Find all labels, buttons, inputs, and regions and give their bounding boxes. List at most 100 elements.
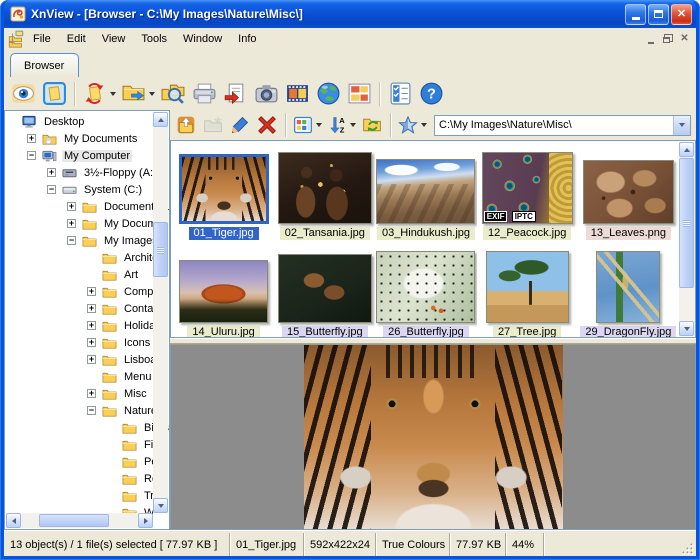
tree-item-compute[interactable]: +Compute (5, 283, 169, 300)
menu-info[interactable]: Info (230, 31, 264, 48)
tab-browser[interactable]: Browser (10, 53, 79, 77)
scrollbar-thumb[interactable] (679, 158, 694, 288)
tree-item-3-floppy-a[interactable]: +3½-Floppy (A:) (5, 164, 169, 181)
favorites-button[interactable] (396, 112, 429, 138)
expand-icon[interactable]: + (27, 134, 36, 143)
folder-icon (102, 251, 117, 265)
tree-vertical-scrollbar[interactable] (153, 112, 168, 513)
tree-item-desktop[interactable]: Desktop (5, 113, 169, 130)
thumbnail-29-dragonfly-jpg[interactable]: 29_DragonFly.jpg (578, 242, 679, 338)
thumbnail-13-leaves-png[interactable]: 13_Leaves.png (578, 143, 679, 242)
thumbnail-vertical-scrollbar[interactable] (679, 142, 695, 336)
expand-icon[interactable]: + (87, 355, 96, 364)
tree-item-my-documents[interactable]: +My Documents (5, 130, 169, 147)
scrollbar-thumb[interactable] (39, 514, 109, 527)
web-button[interactable] (313, 79, 343, 109)
tree-item-my-documen[interactable]: +My Documen (5, 215, 169, 232)
tree-item-tree[interactable]: Tree (5, 487, 169, 504)
view-button[interactable] (8, 79, 38, 109)
expand-icon[interactable]: + (87, 321, 96, 330)
thumbnail-27-tree-jpg[interactable]: 27_Tree.jpg (477, 242, 578, 338)
maximize-button[interactable] (648, 4, 669, 25)
tree-item-birds[interactable]: Birds (5, 419, 169, 436)
thumbnail-26-butterfly-jpg[interactable]: 26_Butterfly.jpg (375, 242, 476, 338)
tree-item-icons[interactable]: +Icons (5, 334, 169, 351)
help-button[interactable]: ? (416, 79, 446, 109)
menu-file[interactable]: File (25, 31, 59, 48)
refresh-button[interactable] (359, 112, 385, 138)
delete-button[interactable] (254, 112, 280, 138)
tree-item-menu[interactable]: Menu (5, 368, 169, 385)
menu-view[interactable]: View (94, 31, 134, 48)
collapse-icon[interactable]: − (27, 151, 36, 160)
tree-item-my-computer[interactable]: −My Computer (5, 147, 169, 164)
tree-item-holidays[interactable]: +Holidays (5, 317, 169, 334)
scroll-up-button[interactable] (153, 112, 168, 127)
expand-icon[interactable]: + (87, 304, 96, 313)
tree-item-my-images[interactable]: −My Images (5, 232, 169, 249)
tree-item-documents-a[interactable]: +Documents a (5, 198, 169, 215)
rotate-button[interactable] (80, 79, 118, 109)
mdi-restore-button[interactable] (659, 32, 676, 47)
mdi-minimize-button[interactable] (642, 32, 659, 47)
tree-item-nature[interactable]: −Nature (5, 402, 169, 419)
address-dropdown-button[interactable] (673, 116, 690, 135)
parent-folder-button[interactable] (173, 112, 199, 138)
expand-icon[interactable]: + (87, 389, 96, 398)
move-copy-button[interactable] (119, 79, 157, 109)
collapse-icon[interactable]: − (67, 236, 76, 245)
print-button[interactable] (189, 79, 219, 109)
fullscreen-button[interactable] (39, 79, 69, 109)
thumbnail-02-tansania-jpg[interactable]: 02_Tansania.jpg (274, 143, 375, 242)
capture-button[interactable] (251, 79, 281, 109)
thumbnail-12-peacock-jpg[interactable]: EXIFIPTC12_Peacock.jpg (477, 143, 578, 242)
thumbnail-15-butterfly-jpg[interactable]: 15_Butterfly.jpg (274, 242, 375, 338)
tree-item-contact[interactable]: +Contact (5, 300, 169, 317)
thumbnail-01-tiger-jpg[interactable]: 01_Tiger.jpg (173, 143, 274, 242)
resize-grip-icon[interactable] (682, 542, 695, 555)
tree-item-fish[interactable]: Fish (5, 436, 169, 453)
thumbnail-14-uluru-jpg[interactable]: 14_Uluru.jpg (173, 242, 274, 338)
tree-item-architect[interactable]: Architect (5, 249, 169, 266)
scrollbar-track[interactable] (21, 513, 138, 528)
options-button[interactable] (385, 79, 415, 109)
minimize-button[interactable] (625, 4, 646, 25)
new-folder-button[interactable] (200, 112, 226, 138)
contact-sheet-button[interactable] (344, 79, 374, 109)
thumbnail-03-hindukush-jpg[interactable]: 03_Hindukush.jpg (375, 143, 476, 242)
tree-horizontal-scrollbar[interactable] (6, 513, 153, 528)
expand-icon[interactable]: + (87, 287, 96, 296)
preview-image-tiger[interactable] (304, 345, 563, 529)
export-button[interactable] (220, 79, 250, 109)
close-button[interactable]: ✕ (671, 4, 692, 25)
rename-button[interactable] (227, 112, 253, 138)
expand-icon[interactable]: + (47, 168, 56, 177)
scrollbar-thumb[interactable] (153, 222, 168, 277)
search-button[interactable] (158, 79, 188, 109)
scroll-right-button[interactable] (138, 513, 153, 528)
scroll-down-button[interactable] (153, 498, 168, 513)
tree-item-art[interactable]: Art (5, 266, 169, 283)
expand-icon[interactable]: + (67, 202, 76, 211)
scrollbar-track[interactable] (153, 112, 168, 513)
expand-icon[interactable]: + (67, 219, 76, 228)
address-input[interactable] (435, 116, 673, 135)
collapse-icon[interactable]: − (87, 406, 96, 415)
mdi-close-button[interactable]: ✕ (676, 32, 693, 47)
tree-item-lisboa[interactable]: +Lisboa (5, 351, 169, 368)
collapse-icon[interactable]: − (47, 185, 56, 194)
menu-tools[interactable]: Tools (133, 31, 175, 48)
scroll-down-button[interactable] (679, 321, 694, 336)
tree-item-rept[interactable]: Rept (5, 470, 169, 487)
view-mode-button[interactable] (291, 112, 324, 138)
menu-window[interactable]: Window (175, 31, 230, 48)
tree-item-misc[interactable]: +Misc (5, 385, 169, 402)
scroll-left-button[interactable] (6, 513, 21, 528)
sort-button[interactable]: AZ (325, 112, 358, 138)
slideshow-button[interactable] (282, 79, 312, 109)
expand-icon[interactable]: + (87, 338, 96, 347)
tree-item-system-c[interactable]: −System (C:) (5, 181, 169, 198)
scroll-up-button[interactable] (679, 142, 694, 157)
tree-item-pets[interactable]: Pets (5, 453, 169, 470)
menu-edit[interactable]: Edit (59, 31, 94, 48)
